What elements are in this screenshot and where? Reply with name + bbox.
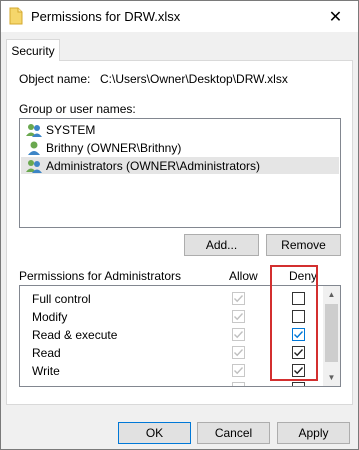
group-names-label: Group or user names: bbox=[19, 102, 136, 116]
allow-checkbox[interactable] bbox=[232, 346, 245, 359]
group-user-list[interactable]: SYSTEM Brithny (OWNER\Brithny) Administr… bbox=[19, 118, 341, 228]
permission-name: Read bbox=[32, 346, 61, 360]
cancel-button[interactable]: Cancel bbox=[197, 422, 270, 444]
scroll-thumb[interactable] bbox=[325, 304, 338, 362]
list-item-label: SYSTEM bbox=[46, 122, 96, 137]
object-name-value: C:\Users\Owner\Desktop\DRW.xlsx bbox=[100, 72, 288, 86]
add-button-label: Add... bbox=[205, 238, 238, 252]
add-button[interactable]: Add... bbox=[184, 234, 259, 256]
permissions-label: Permissions for Administrators bbox=[19, 269, 182, 283]
user-icon bbox=[28, 141, 40, 155]
title-bar: Permissions for DRW.xlsx ✕ bbox=[1, 1, 358, 32]
deny-checkbox[interactable] bbox=[292, 382, 305, 386]
tab-security-label: Security bbox=[11, 43, 55, 58]
user-group-icon bbox=[26, 159, 42, 173]
ok-button-label: OK bbox=[145, 426, 164, 440]
apply-button[interactable]: Apply bbox=[277, 422, 350, 444]
permission-name: Write bbox=[32, 364, 60, 378]
file-icon bbox=[9, 7, 23, 25]
allow-checkbox[interactable] bbox=[232, 364, 245, 377]
permissions-dialog: Permissions for DRW.xlsx ✕ Security Obje… bbox=[0, 0, 359, 450]
cancel-button-label: Cancel bbox=[214, 426, 253, 440]
remove-button-label: Remove bbox=[281, 238, 326, 252]
list-item-label: Administrators (OWNER\Administrators) bbox=[46, 158, 261, 173]
close-icon: ✕ bbox=[328, 8, 343, 26]
allow-header: Allow bbox=[229, 269, 258, 283]
list-item-label: Brithny (OWNER\Brithny) bbox=[46, 140, 182, 155]
allow-checkbox[interactable] bbox=[232, 292, 245, 305]
allow-checkbox[interactable] bbox=[232, 382, 245, 386]
tab-security[interactable]: Security bbox=[6, 39, 60, 61]
permission-name: Read & execute bbox=[32, 328, 118, 342]
list-item-brithny[interactable]: Brithny (OWNER\Brithny) bbox=[21, 139, 339, 156]
allow-checkbox[interactable] bbox=[232, 310, 245, 323]
window-title: Permissions for DRW.xlsx bbox=[31, 9, 181, 24]
list-item-administrators[interactable]: Administrators (OWNER\Administrators) bbox=[21, 157, 339, 174]
scroll-up-arrow-icon[interactable]: ▲ bbox=[323, 286, 340, 303]
permission-name: Modify bbox=[32, 310, 68, 324]
deny-column-highlight bbox=[270, 265, 318, 381]
allow-checkbox[interactable] bbox=[232, 328, 245, 341]
scroll-down-arrow-icon[interactable]: ▼ bbox=[323, 369, 340, 386]
apply-button-label: Apply bbox=[298, 426, 329, 440]
close-button[interactable]: ✕ bbox=[313, 1, 358, 32]
list-item-system[interactable]: SYSTEM bbox=[21, 121, 339, 138]
permission-row-partial bbox=[20, 380, 324, 386]
object-name-label: Object name: bbox=[19, 72, 91, 86]
permission-name: Full control bbox=[32, 292, 91, 306]
scrollbar[interactable]: ▲ ▼ bbox=[323, 286, 340, 386]
remove-button[interactable]: Remove bbox=[266, 234, 341, 256]
ok-button[interactable]: OK bbox=[118, 422, 191, 444]
user-group-icon bbox=[26, 123, 42, 137]
